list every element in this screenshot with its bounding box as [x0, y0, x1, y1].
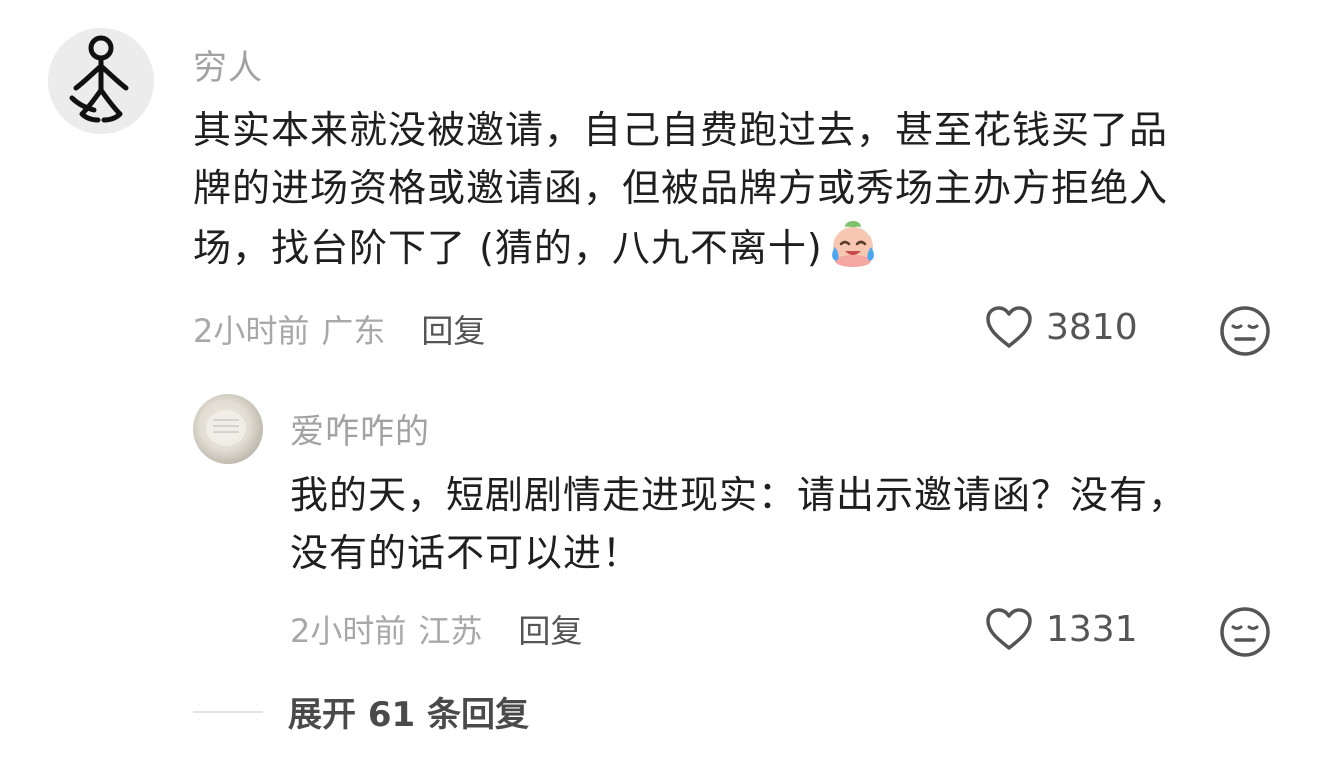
reply-location: 江苏: [418, 612, 483, 650]
comment-time: 2小时前: [193, 312, 310, 350]
like-button[interactable]: 3810: [984, 304, 1138, 350]
avatar[interactable]: [48, 28, 154, 134]
heart-icon: [986, 608, 1032, 650]
reply-like-button[interactable]: 1331: [984, 606, 1138, 652]
reply-dislike-button[interactable]: [1218, 605, 1272, 659]
reply-time: 2小时前: [290, 612, 407, 650]
expand-replies-row: 展开 61 条回复: [193, 687, 529, 736]
comment-line-text: 场，找台阶下了 (猜的，八九不离十): [193, 226, 823, 270]
dislike-button[interactable]: [1218, 304, 1272, 358]
stick-figure-icon: [48, 28, 154, 134]
reply-button[interactable]: 回复: [421, 306, 485, 352]
comment-line: 其实本来就没被邀请，自己自费跑过去，甚至花钱买了品: [193, 108, 1169, 152]
reply-text: 我的天，短剧剧情走进现实：请出示邀请函？没有， 没有的话不可以进！: [290, 466, 1250, 582]
reply-like-count: 1331: [1046, 608, 1138, 650]
heart-icon: [986, 306, 1032, 348]
neutral-face-icon: [1220, 306, 1270, 356]
comment-meta: 2小时前 广东 回复: [193, 306, 485, 352]
reply-line: 我的天，短剧剧情走进现实：请出示邀请函？没有，: [290, 473, 1188, 517]
reply-button[interactable]: 回复: [518, 606, 582, 652]
comment-line: 场，找台阶下了 (猜的，八九不离十): [193, 217, 1253, 285]
reply-meta: 2小时前 江苏 回复: [290, 606, 582, 652]
neutral-face-icon: [1220, 607, 1270, 657]
comment-line: 牌的进场资格或邀请函，但被品牌方或秀场主办方拒绝入: [193, 166, 1169, 210]
comment-location: 广东: [321, 312, 386, 350]
reply-line: 没有的话不可以进！: [290, 531, 642, 575]
divider-line: [193, 710, 263, 713]
photo-avatar-icon: [206, 410, 246, 446]
crying-laughing-emoji-icon: [827, 217, 879, 285]
comment-username[interactable]: 穷人: [193, 40, 263, 89]
comment-thread: 穷人 其实本来就没被邀请，自己自费跑过去，甚至花钱买了品 牌的进场资格或邀请函，…: [0, 0, 1320, 771]
like-count: 3810: [1046, 306, 1138, 348]
reply-avatar[interactable]: [193, 394, 263, 464]
expand-replies-button[interactable]: 展开 61 条回复: [288, 687, 529, 736]
comment-text: 其实本来就没被邀请，自己自费跑过去，甚至花钱买了品 牌的进场资格或邀请函，但被品…: [193, 101, 1253, 285]
reply-username[interactable]: 爱咋咋的: [290, 404, 430, 453]
